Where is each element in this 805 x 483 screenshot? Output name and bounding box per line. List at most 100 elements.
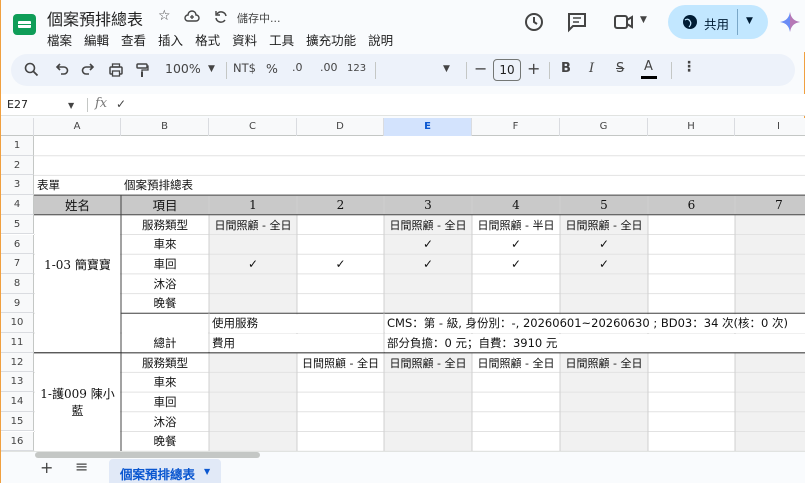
fee-label[interactable]: 費用 xyxy=(209,333,384,353)
menu-edit[interactable]: 編輯 xyxy=(84,30,115,49)
column-header-a[interactable]: A xyxy=(34,118,121,136)
client2-item-pickup[interactable]: 車來 xyxy=(121,372,209,392)
column-header-i[interactable]: I xyxy=(735,118,805,136)
share-button[interactable]: 共用 ▼ xyxy=(668,5,768,39)
row-header-9[interactable]: 9 xyxy=(1,293,34,314)
paint-format-icon[interactable] xyxy=(134,62,150,78)
more-formats-button[interactable]: 123 xyxy=(347,63,366,74)
text-color-button[interactable]: A xyxy=(644,59,653,74)
gemini-icon[interactable] xyxy=(778,10,802,34)
star-icon[interactable]: ☆ xyxy=(158,8,171,24)
decrease-decimal-button[interactable]: .0 xyxy=(292,61,303,74)
row-header-1[interactable]: 1 xyxy=(1,136,34,156)
cell-f12[interactable]: 日間照顧 - 全日 xyxy=(472,353,560,373)
sheet-tab-active[interactable]: 個案預排總表 ▼ xyxy=(109,459,221,483)
check-c7[interactable]: ✓ xyxy=(209,254,297,274)
check-g6[interactable]: ✓ xyxy=(560,235,648,255)
client2-item-bath[interactable]: 沐浴 xyxy=(121,412,209,432)
menu-insert[interactable]: 插入 xyxy=(158,30,189,49)
client2-item-dinner[interactable]: 晚餐 xyxy=(121,432,209,452)
client2-name[interactable]: 1-護009 陳小 藍 xyxy=(34,353,121,451)
percent-format-button[interactable]: % xyxy=(266,61,278,76)
font-size-decrease-button[interactable]: − xyxy=(474,59,487,78)
menu-tools[interactable]: 工具 xyxy=(269,30,300,49)
row-header-11[interactable]: 11 xyxy=(1,333,34,353)
row-header-10[interactable]: 10 xyxy=(1,313,34,333)
header-day-6[interactable]: 6 xyxy=(648,195,735,215)
column-header-b[interactable]: B xyxy=(121,118,209,136)
formula-input[interactable] xyxy=(136,96,796,114)
menu-format[interactable]: 格式 xyxy=(195,30,226,49)
font-family-select[interactable] xyxy=(381,60,465,80)
cell-f5[interactable]: 日間照顧 - 半日 xyxy=(472,215,560,235)
header-day-3[interactable]: 3 xyxy=(384,195,472,215)
row-header-16[interactable]: 16 xyxy=(1,431,34,451)
header-day-1[interactable]: 1 xyxy=(209,195,297,215)
check-f6[interactable]: ✓ xyxy=(472,235,560,255)
move-to-drive-icon[interactable] xyxy=(184,9,200,25)
sheet-tab-dropdown-icon[interactable]: ▼ xyxy=(204,467,210,476)
cell-g12[interactable]: 日間照顧 - 全日 xyxy=(560,353,648,373)
spreadsheet-grid[interactable]: ABCDEFGHI 1 2 3 4 5 6 7 8 9 10 11 12 13 14 15 16 表單 個案預… xyxy=(1,118,805,451)
currency-format-button[interactable]: NT$ xyxy=(233,61,256,75)
add-sheet-button[interactable]: + xyxy=(40,458,53,477)
row-header-8[interactable]: 8 xyxy=(1,273,34,294)
client1-item-service[interactable]: 服務類型 xyxy=(121,215,209,235)
header-day-2[interactable]: 2 xyxy=(297,195,384,215)
used-service-value[interactable]: CMS：第 - 級, 身份別：-, 20260601~20260630 ; BD… xyxy=(384,313,805,333)
client1-item-return[interactable]: 車回 xyxy=(121,254,209,274)
meet-dropdown-icon[interactable]: ▼ xyxy=(640,15,647,25)
check-e6[interactable]: ✓ xyxy=(384,235,472,255)
zoom-select[interactable]: 100% xyxy=(165,61,201,76)
name-box-dropdown-icon[interactable]: ▼ xyxy=(68,101,74,110)
undo-icon[interactable] xyxy=(54,62,69,77)
bold-button[interactable]: B xyxy=(561,61,571,76)
menu-help[interactable]: 說明 xyxy=(368,30,399,49)
redo-icon[interactable] xyxy=(81,62,96,77)
font-size-increase-button[interactable]: + xyxy=(527,59,540,78)
column-header-e[interactable]: E xyxy=(384,118,472,136)
sheets-logo-icon[interactable] xyxy=(11,11,38,38)
cell-g5[interactable]: 日間照顧 - 全日 xyxy=(560,215,648,235)
font-dropdown-icon[interactable]: ▼ xyxy=(443,64,450,74)
zoom-dropdown-icon[interactable]: ▼ xyxy=(208,64,215,74)
row-header-7[interactable]: 7 xyxy=(1,254,34,274)
client1-item-dinner[interactable]: 晚餐 xyxy=(121,294,209,314)
print-icon[interactable] xyxy=(108,62,124,78)
font-size-input[interactable]: 10 xyxy=(493,59,521,81)
header-day-5[interactable]: 5 xyxy=(560,195,648,215)
cell-c5[interactable]: 日間照顧 - 全日 xyxy=(209,215,297,235)
row-header-2[interactable]: 2 xyxy=(1,155,34,176)
column-header-f[interactable]: F xyxy=(472,118,560,136)
formula-check-icon[interactable]: ✓ xyxy=(116,97,126,111)
row-header-6[interactable]: 6 xyxy=(1,234,34,255)
check-d7[interactable]: ✓ xyxy=(297,254,384,274)
check-g7[interactable]: ✓ xyxy=(560,254,648,274)
client1-item-bath[interactable]: 沐浴 xyxy=(121,274,209,294)
client1-name[interactable]: 1-03 簡寶寶 xyxy=(34,215,121,314)
check-f7[interactable]: ✓ xyxy=(472,254,560,274)
italic-button[interactable]: I xyxy=(589,61,594,76)
cell-a3[interactable]: 表單 xyxy=(34,175,121,195)
row-header-15[interactable]: 15 xyxy=(1,411,34,432)
row-header-3[interactable]: 3 xyxy=(1,175,34,196)
search-icon[interactable] xyxy=(24,62,39,77)
cell-e5[interactable]: 日間照顧 - 全日 xyxy=(384,215,472,235)
column-header-c[interactable]: C xyxy=(209,118,297,136)
row-header-13[interactable]: 13 xyxy=(1,372,34,393)
fee-value[interactable]: 部分負擔：0 元；自費：3910 元 xyxy=(384,333,805,353)
menu-data[interactable]: 資料 xyxy=(232,30,263,49)
row-header-14[interactable]: 14 xyxy=(1,392,34,412)
row-header-5[interactable]: 5 xyxy=(1,214,34,235)
all-sheets-button[interactable]: ≡ xyxy=(75,457,88,476)
column-header-g[interactable]: G xyxy=(560,118,648,136)
row-header-12[interactable]: 12 xyxy=(1,352,34,373)
cell-d12[interactable]: 日間照顧 - 全日 xyxy=(297,353,384,373)
column-header-d[interactable]: D xyxy=(297,118,384,136)
horizontal-scrollbar[interactable] xyxy=(35,452,260,458)
header-item[interactable]: 項目 xyxy=(121,195,209,215)
row-header-4[interactable]: 4 xyxy=(1,195,34,215)
client1-item-pickup[interactable]: 車來 xyxy=(121,235,209,255)
menu-view[interactable]: 查看 xyxy=(121,30,152,49)
more-options-icon[interactable]: ⋮ xyxy=(682,59,696,75)
